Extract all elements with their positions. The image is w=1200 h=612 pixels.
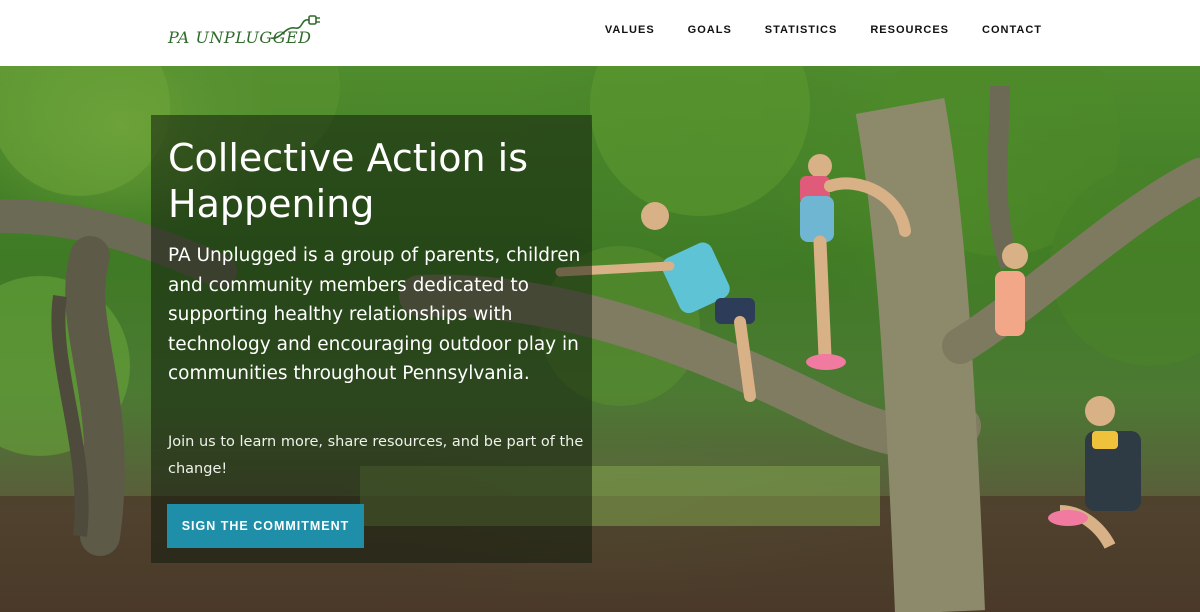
nav-contact[interactable]: CONTACT [982,24,1042,36]
hero-subtext: Join us to learn more, share resources, … [168,434,584,477]
hero-title: Collective Action is Happening [168,136,529,226]
nav-statistics[interactable]: STATISTICS [765,24,838,36]
hero-section: Collective Action is Happening PA Unplug… [0,66,1200,612]
site-header: PA UNPLUGGED VALUES GOALS STATISTICS RES… [0,0,1200,66]
nav-goals[interactable]: GOALS [688,24,732,36]
sign-commitment-button[interactable]: SIGN THE COMMITMENT [167,504,364,548]
nav-values[interactable]: VALUES [605,24,655,36]
site-logo[interactable]: PA UNPLUGGED [168,10,328,50]
hero-lead-text: PA Unplugged is a group of parents, chil… [168,245,581,384]
main-nav: VALUES GOALS STATISTICS RESOURCES CONTAC… [605,24,1042,36]
nav-resources[interactable]: RESOURCES [870,24,949,36]
plug-icon [270,15,320,39]
